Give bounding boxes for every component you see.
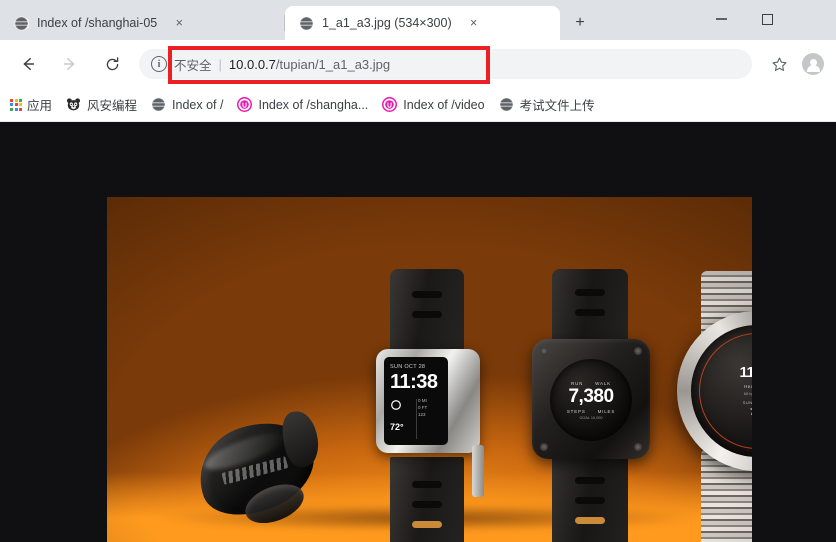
bookmark-label-index-video: Index of /video xyxy=(403,97,485,112)
address-bar[interactable]: i 不安全 | 10.0.0.7 /tupian/1_a1_a3.jpg xyxy=(139,49,752,79)
smartwatch-round-metal: 11:38 Heart Rate 68 bpm resting SUN OCT … xyxy=(667,271,752,542)
window-controls xyxy=(698,0,836,38)
forward-button[interactable] xyxy=(52,46,88,82)
watch4-temp: 72° xyxy=(739,407,752,417)
toolbar-right-actions xyxy=(762,47,830,81)
watch4-date: SUN OCT 28 xyxy=(742,400,752,405)
watch2-screen: RUN WALK 7,380 STEPS MILES GOAL 10,000 xyxy=(550,359,632,441)
new-tab-button[interactable]: + xyxy=(566,9,594,37)
watch1-screen: SUN OCT 28 11:38 0 MI 0 FT 123 72° xyxy=(384,357,448,445)
bookmark-item-index-shanghai[interactable]: Index of /shangha... xyxy=(237,97,368,112)
bookmarks-bar: 应用 风安编程 Index of / Index of /shangha... … xyxy=(0,88,836,122)
bookmark-item-fengan[interactable]: 风安编程 xyxy=(66,95,137,114)
watch2-label-right: WALK xyxy=(595,380,611,386)
tab-close-button-1[interactable]: × xyxy=(169,13,189,33)
globe-icon xyxy=(151,97,167,112)
security-status-text: 不安全 xyxy=(174,58,212,73)
bookmark-label-exam-upload: 考试文件上传 xyxy=(519,99,595,113)
magenta-badge-icon xyxy=(382,97,398,112)
globe-icon xyxy=(498,97,514,112)
watch1-time: 11:38 xyxy=(390,371,438,393)
bookmark-star-icon[interactable] xyxy=(762,47,796,81)
bookmark-label-apps: 应用 xyxy=(27,99,53,113)
reload-button[interactable] xyxy=(94,46,130,82)
watch4-screen: 11:38 Heart Rate 68 bpm resting SUN OCT … xyxy=(691,325,752,457)
bookmark-label-index-root: Index of / xyxy=(172,97,224,112)
omnibox-separator: | xyxy=(218,56,222,72)
panda-icon xyxy=(66,97,81,112)
watch2-unit-right: MILES xyxy=(597,408,616,414)
image-viewer: SUN OCT 28 11:38 0 MI 0 FT 123 72° RUN W… xyxy=(0,122,836,542)
maximize-button[interactable] xyxy=(744,4,790,34)
bookmark-item-index-video[interactable]: Index of /video xyxy=(382,97,485,112)
url-path-text: /tupian/1_a1_a3.jpg xyxy=(275,56,391,72)
tab-close-button-2[interactable]: × xyxy=(464,13,484,33)
info-circle-icon[interactable]: i xyxy=(151,56,167,72)
smartwatch-square-dark: RUN WALK 7,380 STEPS MILES GOAL 10,000 xyxy=(522,269,662,542)
globe-icon xyxy=(14,15,29,31)
browser-tab-1[interactable]: Index of /shanghai-05 × xyxy=(0,6,285,40)
tab-strip: Index of /shanghai-05 × 1_a1_a3.jpg (534… xyxy=(0,0,836,40)
apps-grid-icon xyxy=(10,98,22,111)
browser-tab-2[interactable]: 1_a1_a3.jpg (534×300) × xyxy=(285,6,560,40)
bookmark-item-apps[interactable]: 应用 xyxy=(10,95,52,114)
displayed-image[interactable]: SUN OCT 28 11:38 0 MI 0 FT 123 72° RUN W… xyxy=(107,197,752,542)
watch4-line2: 68 bpm resting xyxy=(743,391,752,396)
url-host-text: 10.0.0.7 xyxy=(228,56,276,72)
tab-title-1: Index of /shanghai-05 xyxy=(37,16,158,30)
watch2-label-left: RUN xyxy=(571,380,584,386)
watch4-line1: Heart Rate xyxy=(744,384,752,389)
watch2-unit-left: STEPS xyxy=(566,408,586,414)
watch4-time: 11:38 xyxy=(739,364,752,381)
profile-avatar[interactable] xyxy=(796,47,830,81)
back-button[interactable] xyxy=(10,46,46,82)
bookmark-item-index-root[interactable]: Index of / xyxy=(151,97,223,112)
minimize-button[interactable] xyxy=(698,4,744,34)
browser-window: Index of /shanghai-05 × 1_a1_a3.jpg (534… xyxy=(0,0,836,542)
globe-icon xyxy=(299,15,314,31)
close-button[interactable] xyxy=(790,4,836,34)
bookmark-label-index-shanghai: Index of /shangha... xyxy=(258,97,369,112)
smartwatch-square-silver: SUN OCT 28 11:38 0 MI 0 FT 123 72° xyxy=(362,269,498,542)
bookmark-item-exam-upload[interactable]: 考试文件上传 xyxy=(498,95,595,114)
browser-toolbar: i 不安全 | 10.0.0.7 /tupian/1_a1_a3.jpg xyxy=(0,40,836,88)
watch2-steps: 7,380 xyxy=(568,385,614,407)
watch1-date: SUN OCT 28 xyxy=(390,364,426,370)
bookmark-label-fengan: 风安编程 xyxy=(87,99,138,113)
watch2-goal: GOAL 10,000 xyxy=(579,415,603,420)
magenta-badge-icon xyxy=(237,97,253,112)
watch1-activity-ring-icon xyxy=(391,400,401,410)
tab-title-2: 1_a1_a3.jpg (534×300) xyxy=(322,16,452,30)
avatar xyxy=(802,53,824,75)
